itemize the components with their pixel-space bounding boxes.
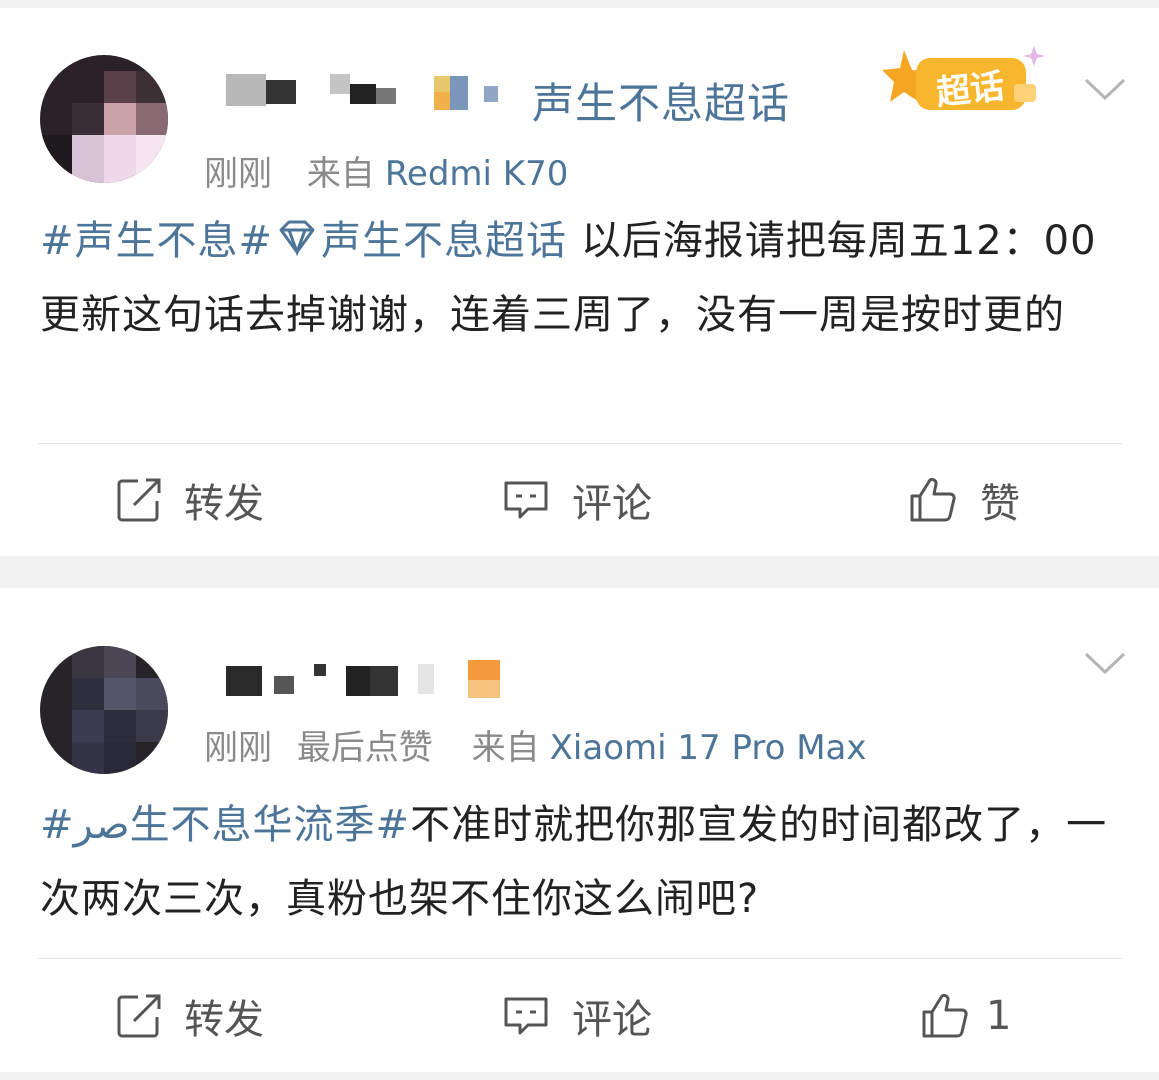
supertopic-badge[interactable]: 超话 (882, 40, 1062, 130)
hashtag[interactable]: #ﺻﺮ生不息华流季# (40, 802, 410, 848)
username[interactable] (226, 70, 526, 110)
repost-icon (117, 994, 161, 1038)
repost-icon (117, 478, 161, 522)
post-content: #声生不息# 声生不息超话 以后海报请把每周五12：00更新这句话去掉谢谢，连着… (40, 204, 1125, 352)
diamond-icon (279, 220, 315, 257)
badge-label: 超话 (934, 66, 1007, 114)
post-card: 声生不息超话 超话 刚刚 来自 Redmi K70 #声生不息# 声生不息超话 以… (0, 8, 1159, 556)
divider (38, 443, 1122, 444)
chevron-down-icon[interactable] (1083, 648, 1127, 678)
last-liked-label: 最后点赞 (296, 728, 433, 768)
like-button[interactable]: 1 (920, 986, 1011, 1046)
comment-button[interactable]: 评论 (502, 986, 652, 1046)
device-name[interactable]: Xiaomi 17 Pro Max (550, 728, 867, 768)
device-name[interactable]: Redmi K70 (385, 154, 569, 194)
post-meta: 刚刚 来自 Redmi K70 (204, 146, 582, 195)
source-prefix: 来自 (306, 154, 375, 194)
repost-button[interactable]: 转发 (116, 470, 264, 530)
post-card: 刚刚 最后点赞 来自 Xiaomi 17 Pro Max #ﺻﺮ生不息华流季#不准… (0, 588, 1159, 1072)
hashtag[interactable]: #声生不息# (40, 218, 273, 264)
supertopic-tag[interactable]: 声生不息超话 (321, 218, 567, 264)
repost-label: 转发 (184, 997, 264, 1043)
avatar[interactable] (40, 55, 168, 183)
repost-button[interactable]: 转发 (116, 986, 264, 1046)
supertopic-link[interactable]: 声生不息超话 (532, 70, 790, 131)
comment-icon (504, 997, 548, 1035)
like-label: 赞 (980, 481, 1020, 527)
like-icon (922, 993, 968, 1038)
divider (38, 958, 1122, 959)
like-button[interactable]: 赞 (908, 470, 1020, 530)
username[interactable] (226, 660, 526, 700)
avatar[interactable] (40, 646, 168, 774)
like-icon (910, 477, 956, 522)
like-count: 1 (986, 993, 1012, 1039)
repost-label: 转发 (184, 481, 264, 527)
post-time: 刚刚 (204, 154, 272, 194)
source-prefix: 来自 (471, 728, 540, 768)
comment-label: 评论 (572, 481, 652, 527)
post-content: #ﺻﺮ生不息华流季#不准时就把你那宣发的时间都改了，一次两次三次，真粉也架不住你… (40, 788, 1125, 936)
comment-button[interactable]: 评论 (502, 470, 652, 530)
post-time: 刚刚 (204, 728, 272, 768)
post-meta: 刚刚 最后点赞 来自 Xiaomi 17 Pro Max (204, 720, 880, 769)
comment-icon (504, 481, 548, 519)
comment-label: 评论 (572, 997, 652, 1043)
chevron-down-icon[interactable] (1083, 74, 1127, 104)
